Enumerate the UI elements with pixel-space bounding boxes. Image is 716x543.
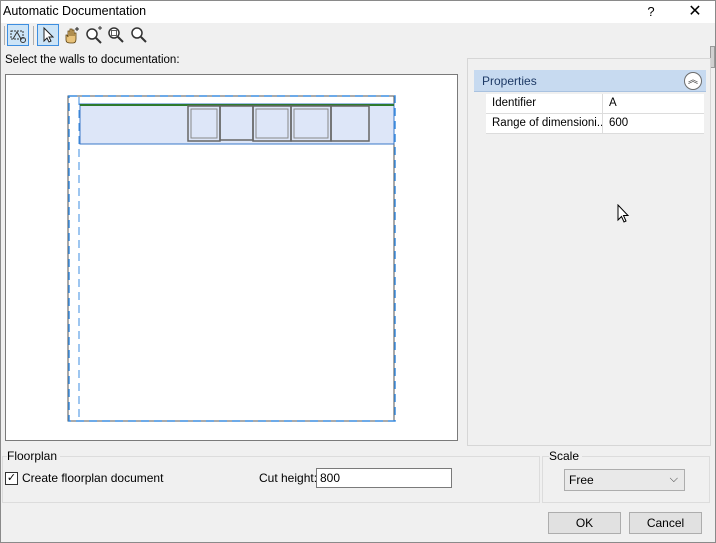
- help-button[interactable]: ?: [641, 2, 661, 22]
- zoom-in-icon: [86, 26, 102, 44]
- properties-header[interactable]: Properties ︽: [474, 70, 706, 92]
- property-value[interactable]: A: [602, 94, 704, 113]
- select-walls-icon: [10, 30, 26, 43]
- arrow-pointer-icon: [43, 26, 55, 43]
- canvas-hint: Select the walls to documentation:: [5, 54, 180, 66]
- floorplan-group-label: Floorplan: [7, 449, 61, 463]
- scale-select[interactable]: Free ⌵: [564, 469, 685, 491]
- pan-hand-icon: [65, 27, 79, 44]
- zoom-in-tool[interactable]: [83, 24, 105, 46]
- select-walls-tool[interactable]: [7, 24, 29, 46]
- cancel-button[interactable]: Cancel: [629, 512, 702, 534]
- property-key: Range of dimensioni...: [492, 117, 602, 129]
- pointer-tool[interactable]: [37, 24, 59, 46]
- scale-group-label: Scale: [549, 449, 583, 463]
- selected-wall: [79, 103, 395, 145]
- mouse-cursor-icon: [617, 204, 630, 223]
- zoom-out-icon: [108, 27, 124, 43]
- toolbar: [1, 23, 715, 68]
- scale-selected-value: Free: [569, 473, 594, 487]
- properties-title: Properties: [482, 74, 537, 88]
- window-title: Automatic Documentation: [3, 4, 147, 18]
- property-key: Identifier: [492, 97, 537, 109]
- create-floorplan-label[interactable]: Create floorplan document: [22, 471, 163, 485]
- room-outline: [67, 95, 395, 422]
- dialog-window: Automatic Documentation ? ✕ Select the w…: [0, 0, 716, 543]
- floorplan-drawing: [67, 95, 396, 422]
- toolbar-separator: [33, 26, 34, 45]
- properties-panel: Properties ︽ Identifier A Range of dimen…: [467, 58, 711, 446]
- create-floorplan-checkbox[interactable]: ✓: [5, 472, 18, 485]
- ok-button[interactable]: OK: [548, 512, 621, 534]
- chevron-down-icon: ⌵: [669, 473, 678, 485]
- title-bar: Automatic Documentation ? ✕: [1, 1, 715, 23]
- property-row-range[interactable]: Range of dimensioni... 600: [486, 114, 704, 134]
- zoom-extents-tool[interactable]: [128, 24, 150, 46]
- drawing-canvas[interactable]: [5, 74, 458, 441]
- zoom-out-tool[interactable]: [105, 24, 127, 46]
- zoom-extents-icon: [131, 27, 147, 43]
- cut-height-label: Cut height:: [259, 471, 318, 485]
- cut-height-input[interactable]: 800: [316, 468, 452, 488]
- property-row-identifier[interactable]: Identifier A: [486, 94, 704, 114]
- property-value[interactable]: 600: [602, 114, 704, 133]
- collapse-icon[interactable]: ︽: [684, 72, 702, 90]
- toolbar-grip: [4, 26, 5, 45]
- close-button[interactable]: ✕: [685, 2, 705, 22]
- pan-tool[interactable]: [60, 24, 82, 46]
